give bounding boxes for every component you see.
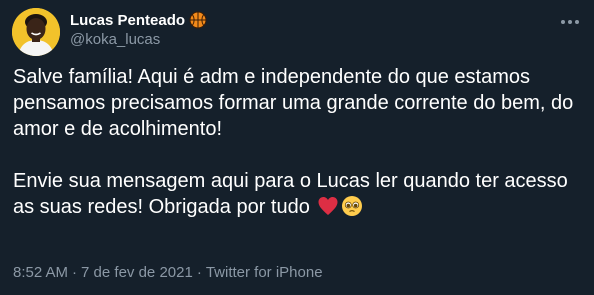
user-handle[interactable]: @koka_lucas — [70, 31, 207, 48]
pleading-face-emoji — [341, 195, 363, 217]
meta-separator: · — [196, 264, 202, 281]
more-options-icon[interactable] — [558, 10, 582, 34]
tweet-paragraph-2-text: Envie sua mensagem aqui para o Lucas ler… — [13, 170, 568, 218]
meta-separator: · — [72, 264, 78, 281]
basketball-icon — [189, 11, 207, 29]
name-row: Lucas Penteado — [70, 10, 207, 30]
user-info: Lucas Penteado @koka_lucas — [70, 10, 207, 48]
tweet-card: Lucas Penteado @koka_lucas Salve família… — [0, 0, 594, 295]
red-heart-emoji — [317, 195, 339, 217]
avatar[interactable] — [12, 8, 60, 56]
tweet-time[interactable]: 8:52 AM — [13, 264, 68, 281]
tweet-paragraph-2: Envie sua mensagem aqui para o Lucas ler… — [13, 168, 581, 220]
tweet-meta: 8:52 AM · 7 de fev de 2021 · Twitter for… — [13, 264, 323, 281]
display-name[interactable]: Lucas Penteado — [70, 12, 185, 29]
tweet-paragraph-1: Salve família! Aqui é adm e independente… — [13, 66, 574, 140]
tweet-source[interactable]: Twitter for iPhone — [206, 264, 323, 281]
tweet-date[interactable]: 7 de fev de 2021 — [81, 264, 193, 281]
tweet-text: Salve família! Aqui é adm e independente… — [13, 64, 581, 220]
